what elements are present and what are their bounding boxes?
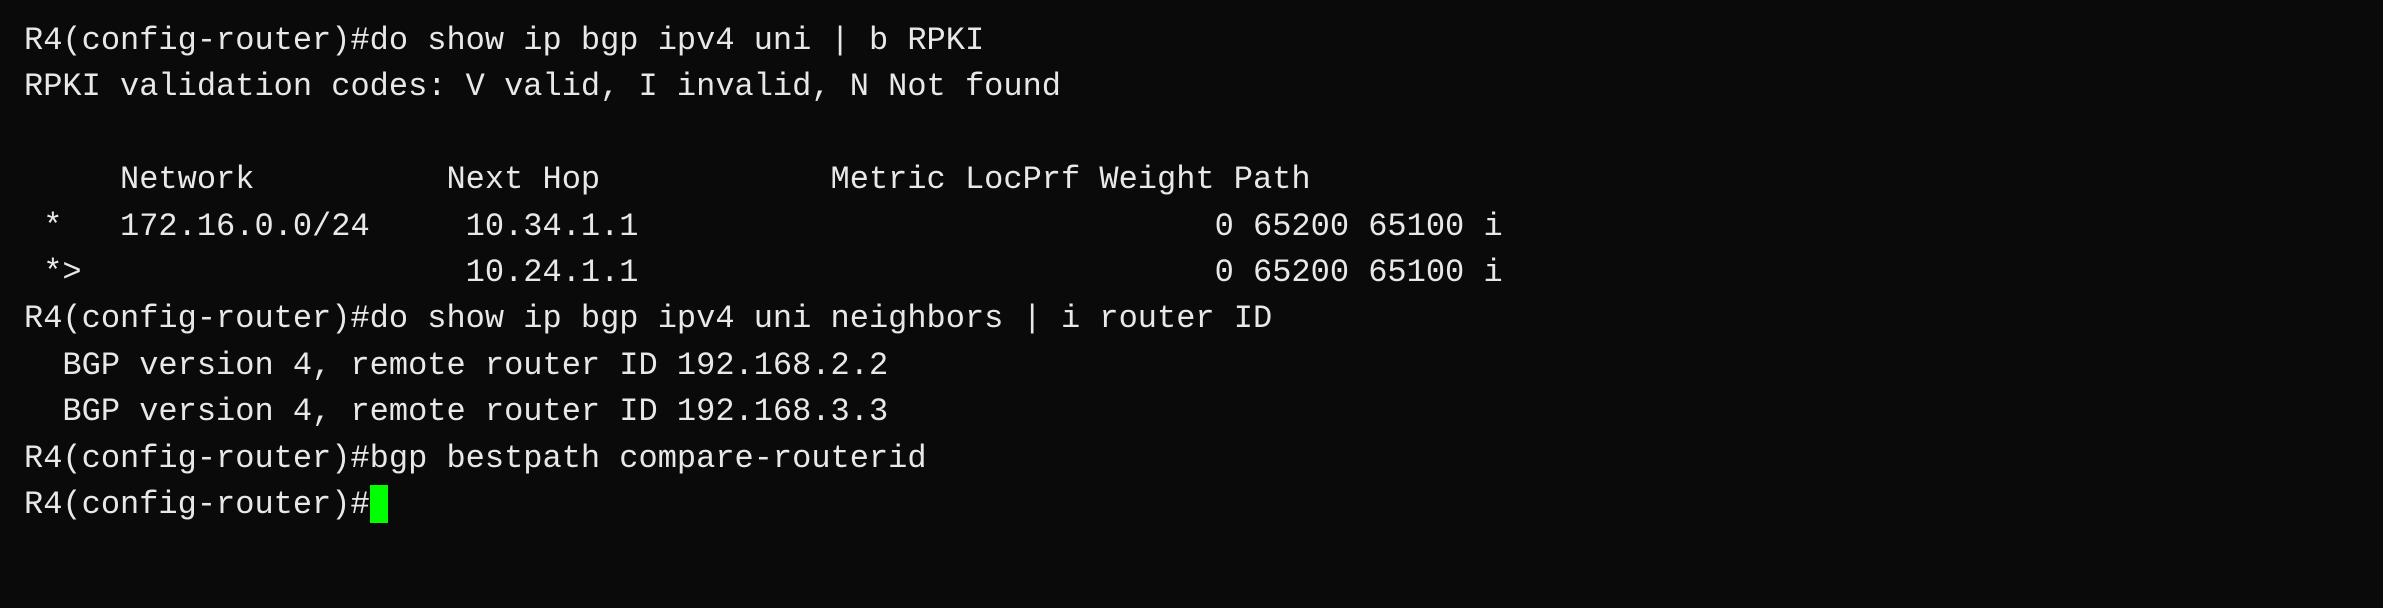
terminal-line-6: *> 10.24.1.1 0 65200 65100 i: [24, 250, 2359, 296]
terminal-line-4: Network Next Hop Metric LocPrf Weight Pa…: [24, 157, 2359, 203]
terminal-line-11: R4(config-router)#: [24, 482, 2359, 528]
terminal-line-2: RPKI validation codes: V valid, I invali…: [24, 64, 2359, 110]
terminal-line-8: BGP version 4, remote router ID 192.168.…: [24, 343, 2359, 389]
terminal-line-10: R4(config-router)#bgp bestpath compare-r…: [24, 436, 2359, 482]
terminal-line-1: R4(config-router)#do show ip bgp ipv4 un…: [24, 18, 2359, 64]
terminal-line-5: * 172.16.0.0/24 10.34.1.1 0 65200 65100 …: [24, 204, 2359, 250]
terminal-line-7: R4(config-router)#do show ip bgp ipv4 un…: [24, 296, 2359, 342]
terminal-line-9: BGP version 4, remote router ID 192.168.…: [24, 389, 2359, 435]
terminal-cursor: [370, 485, 388, 523]
terminal-blank-line: [24, 111, 2359, 157]
terminal: R4(config-router)#do show ip bgp ipv4 un…: [24, 18, 2359, 590]
